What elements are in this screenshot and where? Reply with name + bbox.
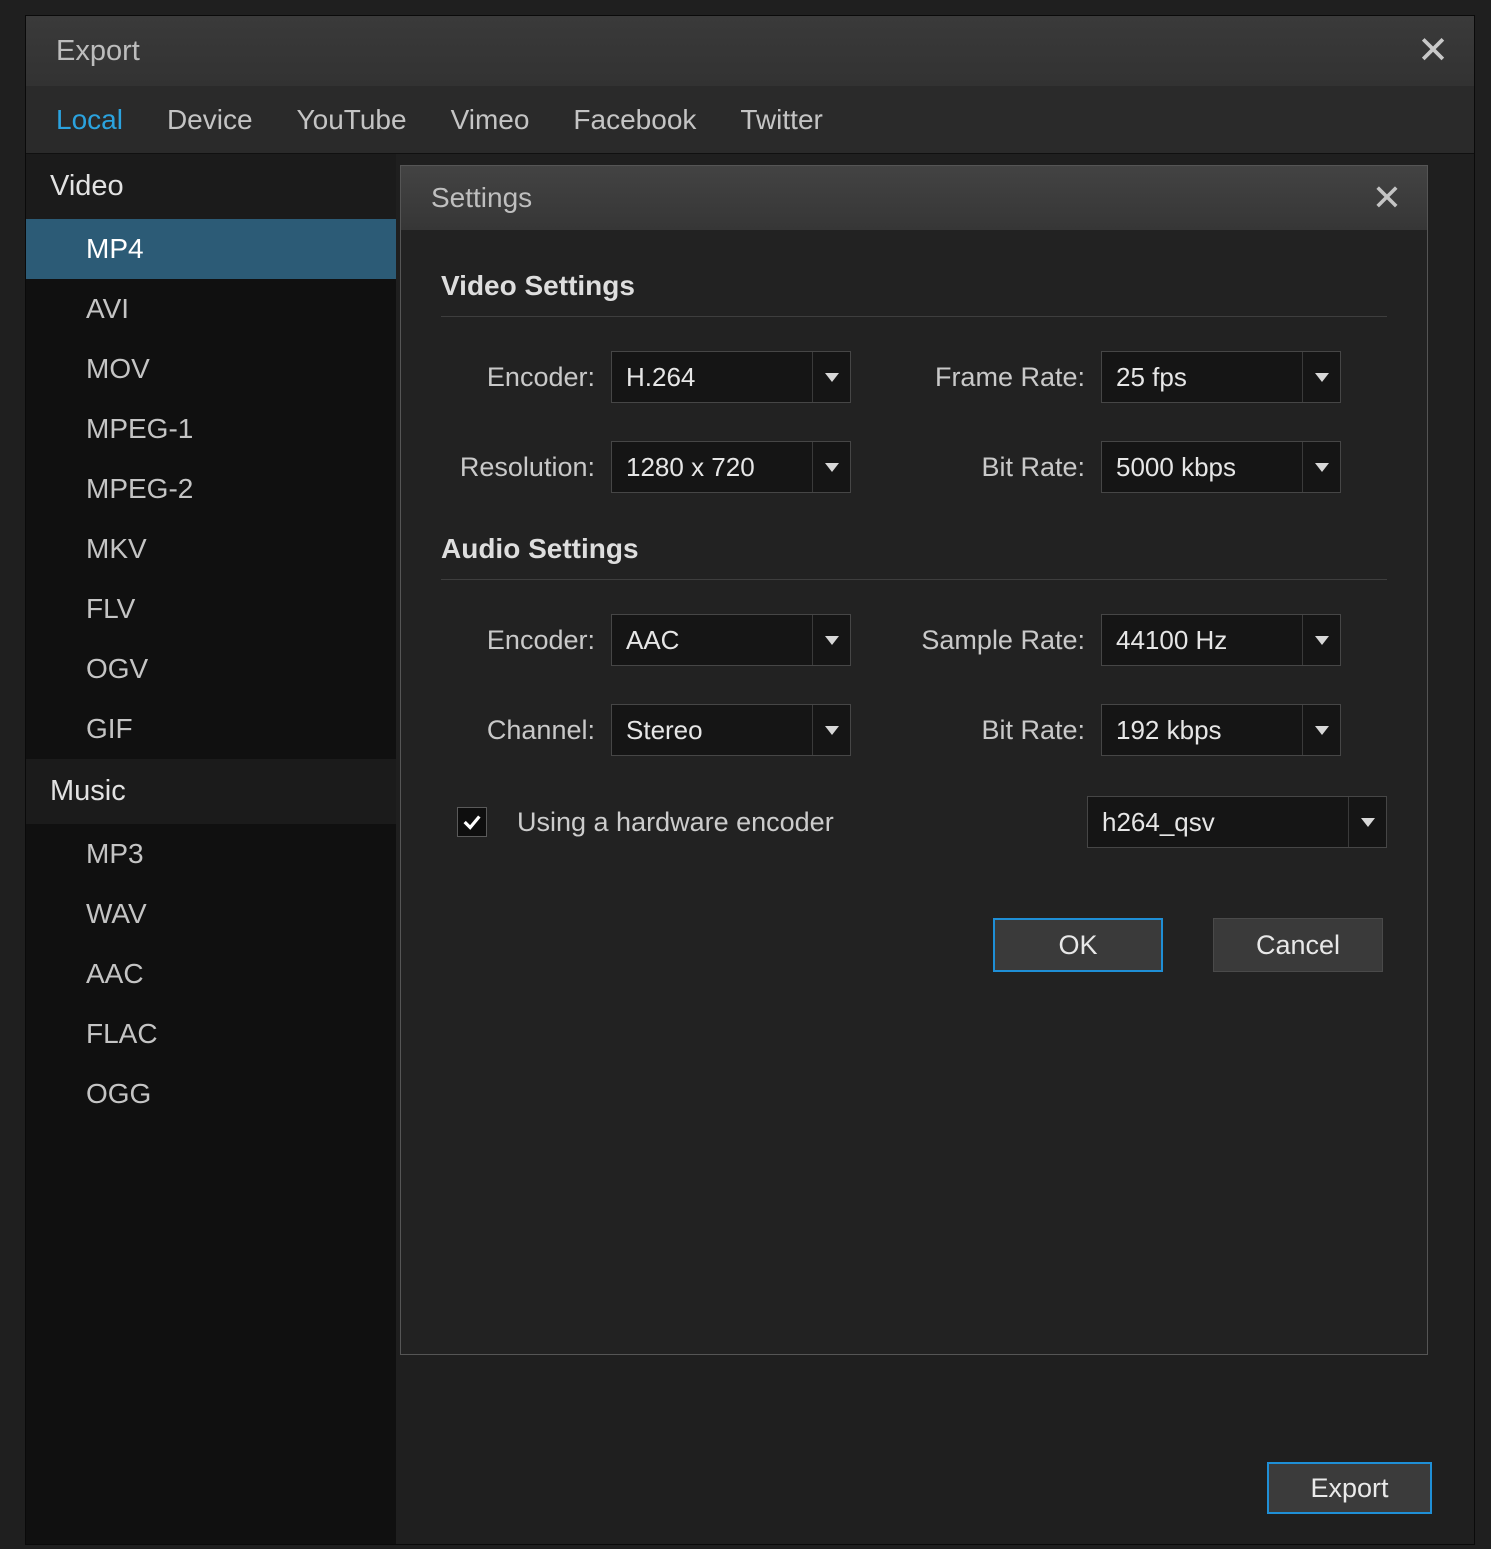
tab-twitter[interactable]: Twitter [740,104,822,136]
tab-facebook[interactable]: Facebook [573,104,696,136]
dropdown-value: H.264 [626,362,695,393]
tab-vimeo[interactable]: Vimeo [451,104,530,136]
ok-button[interactable]: OK [993,918,1163,972]
settings-dialog: Settings ✕ Video Settings Encoder: H.264… [400,165,1428,1355]
tabs-bar: Local Device YouTube Vimeo Facebook Twit… [26,86,1474,154]
tab-youtube[interactable]: YouTube [297,104,407,136]
tab-local[interactable]: Local [56,104,123,136]
chevron-down-icon [812,615,850,665]
sidebar-item-mp3[interactable]: MP3 [26,824,396,884]
settings-body: Video Settings Encoder: H.264 Frame Rate… [401,230,1427,1002]
dropdown-video-bitrate[interactable]: 5000 kbps [1101,441,1341,493]
chevron-down-icon [812,442,850,492]
sidebar-category-video: Video [26,154,396,219]
sidebar-category-music: Music [26,759,396,824]
dropdown-sample-rate[interactable]: 44100 Hz [1101,614,1341,666]
dropdown-value: 44100 Hz [1116,625,1227,656]
check-icon [461,811,483,833]
sidebar-item-wav[interactable]: WAV [26,884,396,944]
chevron-down-icon [1348,797,1386,847]
audio-settings-heading: Audio Settings [441,533,1387,565]
dropdown-value: 192 kbps [1116,715,1222,746]
settings-close-icon[interactable]: ✕ [1372,180,1402,216]
sidebar: Video MP4 AVI MOV MPEG-1 MPEG-2 MKV FLV … [26,154,396,1544]
settings-title: Settings [431,182,532,214]
sidebar-item-mpeg2[interactable]: MPEG-2 [26,459,396,519]
label-hardware-encoder: Using a hardware encoder [517,807,1067,838]
dropdown-resolution[interactable]: 1280 x 720 [611,441,851,493]
chevron-down-icon [812,352,850,402]
sidebar-item-gif[interactable]: GIF [26,699,396,759]
dropdown-value: 1280 x 720 [626,452,755,483]
dropdown-value: h264_qsv [1102,807,1215,838]
divider [441,316,1387,317]
titlebar: Export ✕ [26,16,1474,86]
label-sample-rate: Sample Rate: [901,625,1101,656]
export-button[interactable]: Export [1267,1462,1432,1514]
row-resolution-bitrate: Resolution: 1280 x 720 Bit Rate: 5000 kb… [441,441,1387,493]
dropdown-value: 5000 kbps [1116,452,1236,483]
chevron-down-icon [1302,615,1340,665]
sidebar-item-mov[interactable]: MOV [26,339,396,399]
row-hardware-encoder: Using a hardware encoder h264_qsv [441,796,1387,848]
chevron-down-icon [1302,352,1340,402]
row-video-encoder-framerate: Encoder: H.264 Frame Rate: 25 fps [441,351,1387,403]
dropdown-audio-bitrate[interactable]: 192 kbps [1101,704,1341,756]
label-resolution: Resolution: [441,452,611,483]
sidebar-item-flv[interactable]: FLV [26,579,396,639]
sidebar-item-flac[interactable]: FLAC [26,1004,396,1064]
cancel-button[interactable]: Cancel [1213,918,1383,972]
label-audio-bitrate: Bit Rate: [901,715,1101,746]
sidebar-item-mp4[interactable]: MP4 [26,219,396,279]
dialog-buttons: OK Cancel [441,918,1387,972]
dropdown-hardware-encoder[interactable]: h264_qsv [1087,796,1387,848]
chevron-down-icon [1302,705,1340,755]
checkbox-hardware-encoder[interactable] [457,807,487,837]
sidebar-item-ogg[interactable]: OGG [26,1064,396,1124]
chevron-down-icon [1302,442,1340,492]
dropdown-frame-rate[interactable]: 25 fps [1101,351,1341,403]
window-title: Export [56,35,140,68]
dropdown-channel[interactable]: Stereo [611,704,851,756]
close-icon[interactable]: ✕ [1417,32,1449,70]
sidebar-item-avi[interactable]: AVI [26,279,396,339]
label-frame-rate: Frame Rate: [901,362,1101,393]
label-video-encoder: Encoder: [441,362,611,393]
dropdown-value: AAC [626,625,679,656]
label-video-bitrate: Bit Rate: [901,452,1101,483]
sidebar-item-mkv[interactable]: MKV [26,519,396,579]
tab-device[interactable]: Device [167,104,253,136]
video-settings-heading: Video Settings [441,270,1387,302]
label-channel: Channel: [441,715,611,746]
dropdown-video-encoder[interactable]: H.264 [611,351,851,403]
sidebar-item-mpeg1[interactable]: MPEG-1 [26,399,396,459]
row-audio-encoder-samplerate: Encoder: AAC Sample Rate: 44100 Hz [441,614,1387,666]
sidebar-item-aac[interactable]: AAC [26,944,396,1004]
settings-titlebar: Settings ✕ [401,166,1427,230]
divider [441,579,1387,580]
sidebar-item-ogv[interactable]: OGV [26,639,396,699]
dropdown-value: 25 fps [1116,362,1187,393]
row-channel-bitrate: Channel: Stereo Bit Rate: 192 kbps [441,704,1387,756]
dropdown-value: Stereo [626,715,703,746]
chevron-down-icon [812,705,850,755]
label-audio-encoder: Encoder: [441,625,611,656]
dropdown-audio-encoder[interactable]: AAC [611,614,851,666]
